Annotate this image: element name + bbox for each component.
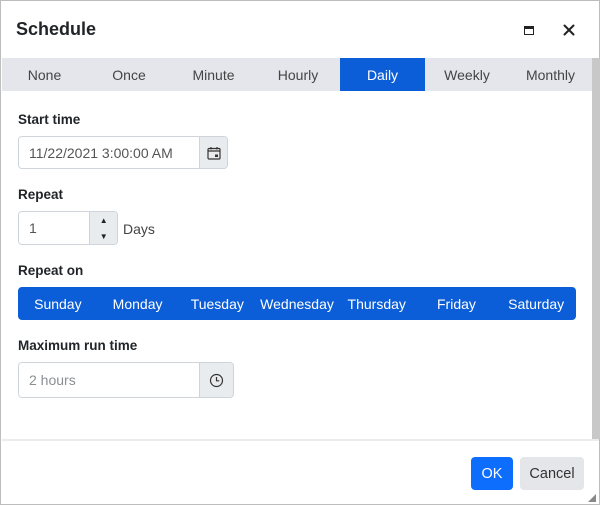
vertical-scrollbar[interactable] [592, 58, 600, 439]
close-button[interactable] [558, 19, 580, 41]
resize-grip-icon[interactable] [588, 494, 596, 502]
weekday-sunday[interactable]: Sunday [18, 287, 98, 320]
repeat-on-label: Repeat on [18, 263, 84, 278]
tab-weekly[interactable]: Weekly [425, 58, 509, 91]
footer-divider [2, 439, 599, 441]
repeat-spinner: ▲ ▼ [89, 212, 117, 244]
close-icon [563, 24, 575, 36]
caret-up-icon: ▲ [99, 215, 108, 225]
clock-icon [209, 373, 224, 387]
tab-monthly[interactable]: Monthly [509, 58, 592, 91]
increment-button[interactable]: ▲ [90, 212, 117, 228]
maximize-button[interactable] [518, 19, 540, 41]
weekday-wednesday[interactable]: Wednesday [257, 287, 337, 320]
repeat-stepper: 1 ▲ ▼ [18, 211, 118, 245]
tab-daily[interactable]: Daily [340, 58, 425, 91]
tab-hourly[interactable]: Hourly [256, 58, 340, 91]
clock-button[interactable] [199, 363, 233, 397]
repeat-input[interactable]: 1 [19, 212, 90, 244]
start-time-label: Start time [18, 112, 81, 127]
repeat-unit-label: Days [123, 221, 155, 237]
start-time-input[interactable]: 11/22/2021 3:00:00 AM [19, 137, 200, 168]
decrement-button[interactable]: ▼ [90, 228, 117, 244]
tab-none[interactable]: None [2, 58, 87, 91]
dialog-content: Start time 11/22/2021 3:00:00 AM Repeat … [1, 91, 591, 439]
schedule-type-tabs: None Once Minute Hourly Daily Weekly Mon… [2, 58, 592, 91]
dialog-title: Schedule [16, 19, 97, 39]
weekday-monday[interactable]: Monday [98, 287, 178, 320]
weekday-tuesday[interactable]: Tuesday [177, 287, 257, 320]
calendar-icon [206, 146, 221, 160]
cancel-button[interactable]: Cancel [520, 457, 584, 490]
dialog-titlebar[interactable]: Schedule [1, 1, 599, 58]
weekday-selector: Sunday Monday Tuesday Wednesday Thursday… [18, 287, 576, 320]
max-run-time-picker: 2 hours [18, 362, 234, 398]
max-run-time-input[interactable]: 2 hours [19, 363, 200, 397]
caret-down-icon: ▼ [99, 231, 108, 241]
repeat-label: Repeat [18, 187, 64, 202]
start-time-picker: 11/22/2021 3:00:00 AM [18, 136, 228, 169]
weekday-friday[interactable]: Friday [417, 287, 497, 320]
tab-minute[interactable]: Minute [171, 58, 256, 91]
max-run-time-label: Maximum run time [18, 338, 138, 353]
weekday-saturday[interactable]: Saturday [496, 287, 576, 320]
calendar-button[interactable] [199, 137, 227, 168]
weekday-thursday[interactable]: Thursday [337, 287, 417, 320]
schedule-dialog: Schedule None Once Minute Hourly Daily W… [0, 0, 600, 505]
tab-once[interactable]: Once [87, 58, 171, 91]
maximize-icon [524, 25, 534, 35]
ok-button[interactable]: OK [471, 457, 513, 490]
